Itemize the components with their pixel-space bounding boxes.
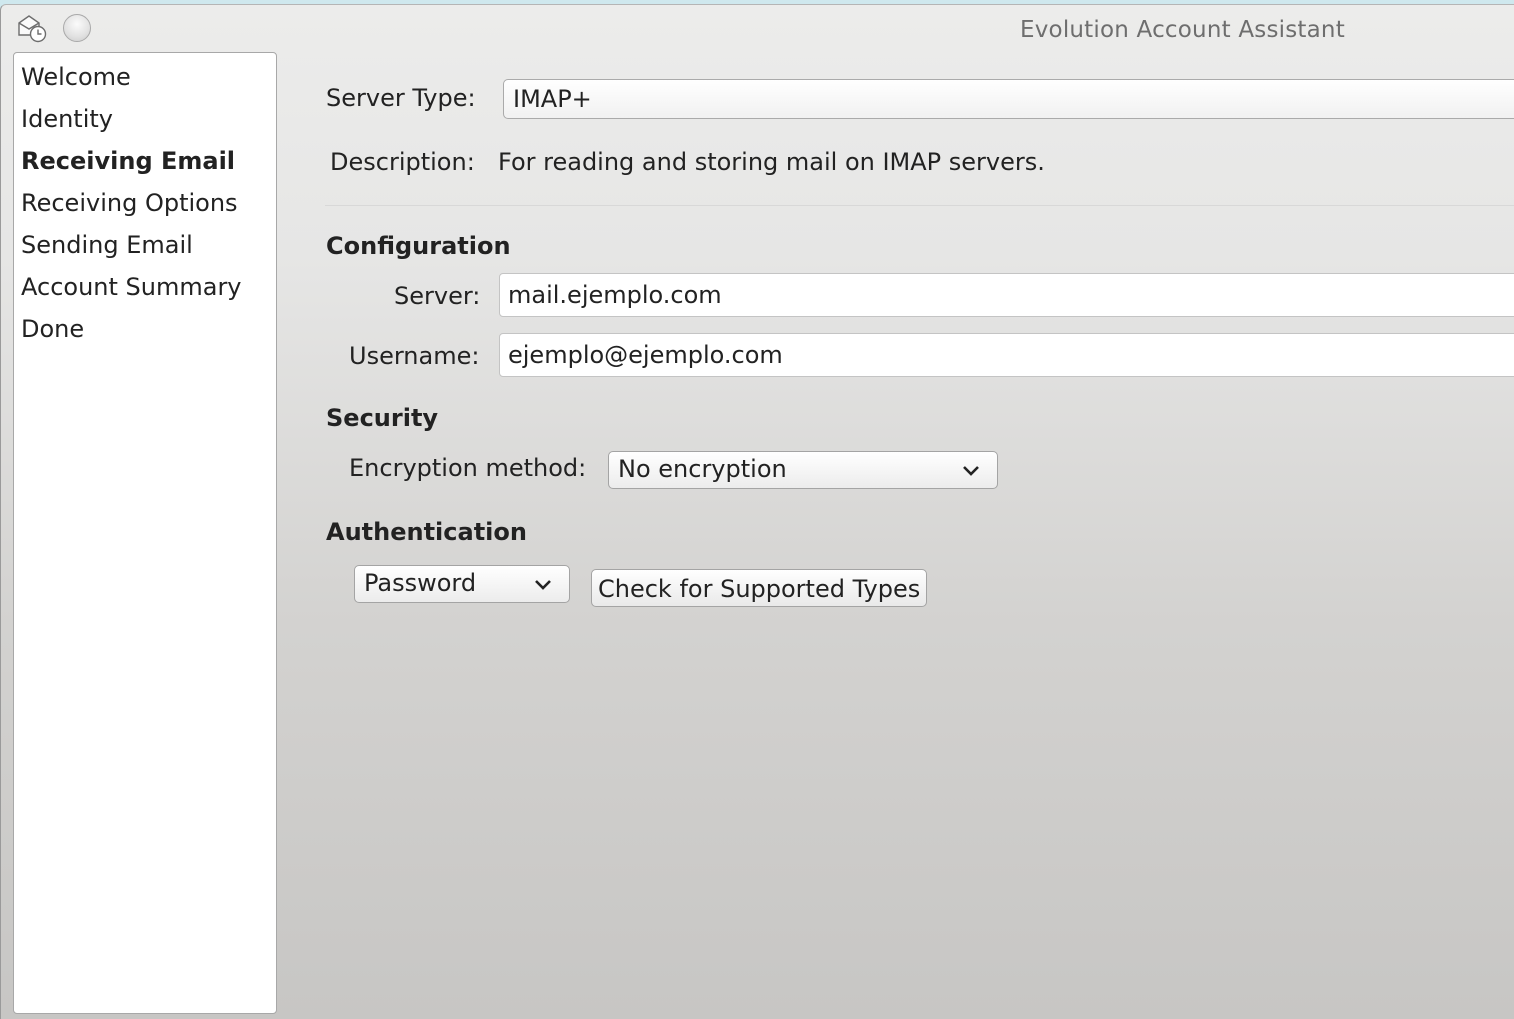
sidebar-step-identity[interactable]: Identity bbox=[14, 99, 276, 141]
account-assistant-window: Evolution Account Assistant Welcome Iden… bbox=[0, 4, 1514, 1019]
separator bbox=[325, 205, 1514, 206]
server-input[interactable]: mail.ejemplo.com bbox=[499, 273, 1514, 317]
steps-sidebar: Welcome Identity Receiving Email Receivi… bbox=[13, 52, 277, 1014]
evolution-mail-clock-icon bbox=[18, 15, 47, 43]
authentication-type-value: Password bbox=[364, 569, 477, 597]
server-type-combo[interactable]: IMAP+ bbox=[503, 79, 1514, 119]
receiving-email-page: Server Type: IMAP+ Description: For read… bbox=[277, 5, 1514, 1019]
description-label: Description: bbox=[330, 148, 475, 176]
encryption-method-label: Encryption method: bbox=[349, 454, 587, 482]
authentication-type-dropdown[interactable]: Password bbox=[354, 565, 570, 603]
check-supported-types-button[interactable]: Check for Supported Types bbox=[591, 569, 928, 607]
server-type-label: Server Type: bbox=[326, 84, 476, 112]
sidebar-step-receiving-options[interactable]: Receiving Options bbox=[14, 183, 276, 225]
encryption-method-dropdown[interactable]: No encryption bbox=[608, 451, 998, 489]
encryption-method-value: No encryption bbox=[618, 455, 787, 483]
username-label: Username: bbox=[349, 342, 480, 370]
configuration-heading: Configuration bbox=[326, 232, 511, 260]
sidebar-step-sending-email[interactable]: Sending Email bbox=[14, 225, 276, 267]
sidebar-step-welcome[interactable]: Welcome bbox=[14, 57, 276, 99]
security-heading: Security bbox=[326, 404, 439, 432]
chevron-down-icon bbox=[963, 466, 979, 476]
description-text: For reading and storing mail on IMAP ser… bbox=[498, 148, 1045, 176]
server-label: Server: bbox=[394, 282, 481, 310]
minimize-button[interactable] bbox=[63, 14, 91, 42]
authentication-heading: Authentication bbox=[326, 518, 527, 546]
sidebar-step-account-summary[interactable]: Account Summary bbox=[14, 267, 276, 309]
sidebar-step-receiving-email[interactable]: Receiving Email bbox=[14, 141, 276, 183]
username-input[interactable]: ejemplo@ejemplo.com bbox=[499, 333, 1514, 377]
sidebar-step-done[interactable]: Done bbox=[14, 309, 276, 351]
chevron-down-icon bbox=[535, 580, 551, 590]
